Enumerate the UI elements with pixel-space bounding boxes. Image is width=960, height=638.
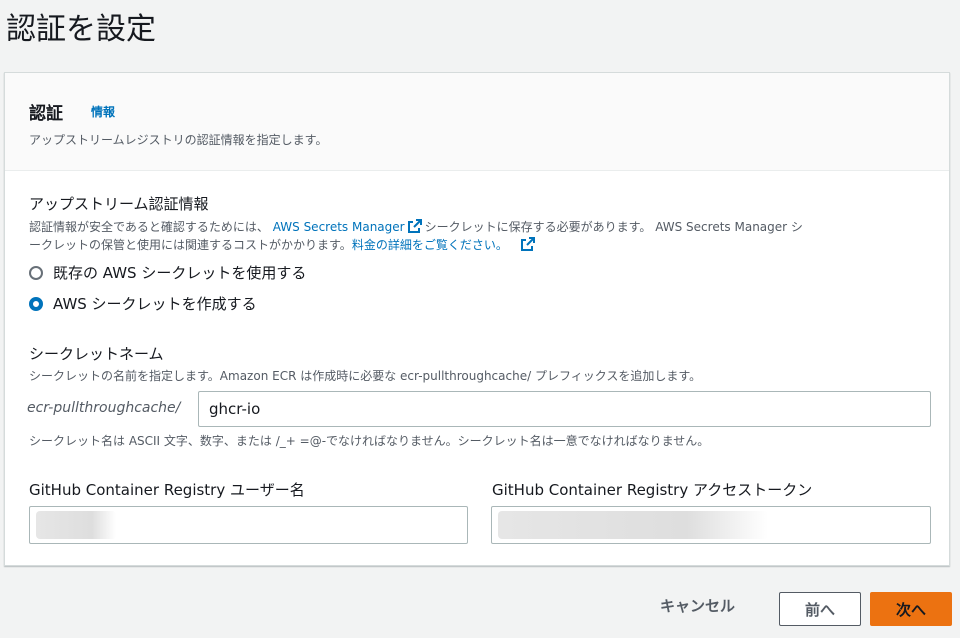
panel-header: 認証 情報 アップストリームレジストリの認証情報を指定します。 [5, 73, 949, 171]
credentials-label: アップストリーム認証情報 [29, 195, 209, 213]
panel-title: 認証 [29, 104, 63, 124]
radio-use-existing-secret[interactable]: 既存の AWS シークレットを使用する [29, 262, 306, 283]
authentication-panel: 認証 情報 アップストリームレジストリの認証情報を指定します。 アップストリーム… [4, 72, 950, 566]
secret-name-constraint: シークレット名は ASCII 文字、数字、または /_+ =@-でなければなりま… [29, 434, 710, 448]
credentials-help-line2: ークレットの保管と使用には関連するコストがかかります。 [29, 238, 352, 252]
radio-label: 既存の AWS シークレットを使用する [53, 264, 307, 282]
redacted-value [498, 511, 768, 539]
radio-button[interactable] [29, 265, 43, 280]
pricing-link[interactable]: 料金の詳細をご覧ください。 [352, 238, 508, 252]
credentials-help-part1: 認証情報が安全であると確認するためには、 [29, 220, 269, 234]
secret-name-prefix: ecr-pullthroughcache/ [27, 400, 181, 416]
token-label: GitHub Container Registry アクセストークン [492, 481, 813, 499]
credentials-help-part2: シークレットに保存する必要があります。 AWS Secrets Manager … [424, 220, 803, 234]
cancel-button[interactable]: キャンセル [654, 594, 741, 617]
secret-name-input[interactable] [198, 391, 931, 427]
external-link-icon[interactable] [520, 236, 536, 252]
radio-label: AWS シークレットを作成する [53, 295, 257, 313]
secrets-manager-link[interactable]: AWS Secrets Manager [273, 220, 405, 234]
redacted-value [36, 511, 116, 539]
previous-button[interactable]: 前へ [779, 592, 861, 626]
radio-button-selected[interactable] [29, 296, 43, 311]
token-input[interactable] [491, 506, 931, 544]
username-input[interactable] [29, 506, 468, 544]
secret-name-label: シークレットネーム [29, 345, 164, 363]
secret-name-help: シークレットの名前を指定します。Amazon ECR は作成時に必要な ecr-… [29, 369, 702, 383]
panel-description: アップストリームレジストリの認証情報を指定します。 [29, 133, 328, 147]
page-title: 認証を設定 [6, 12, 156, 47]
external-link-icon[interactable] [407, 218, 423, 234]
info-link[interactable]: 情報 [91, 103, 115, 120]
next-button[interactable]: 次へ [870, 592, 952, 626]
credentials-help: 認証情報が安全であると確認するためには、 AWS Secrets Manager… [29, 218, 929, 254]
username-label: GitHub Container Registry ユーザー名 [29, 481, 305, 499]
radio-create-secret[interactable]: AWS シークレットを作成する [29, 293, 257, 314]
